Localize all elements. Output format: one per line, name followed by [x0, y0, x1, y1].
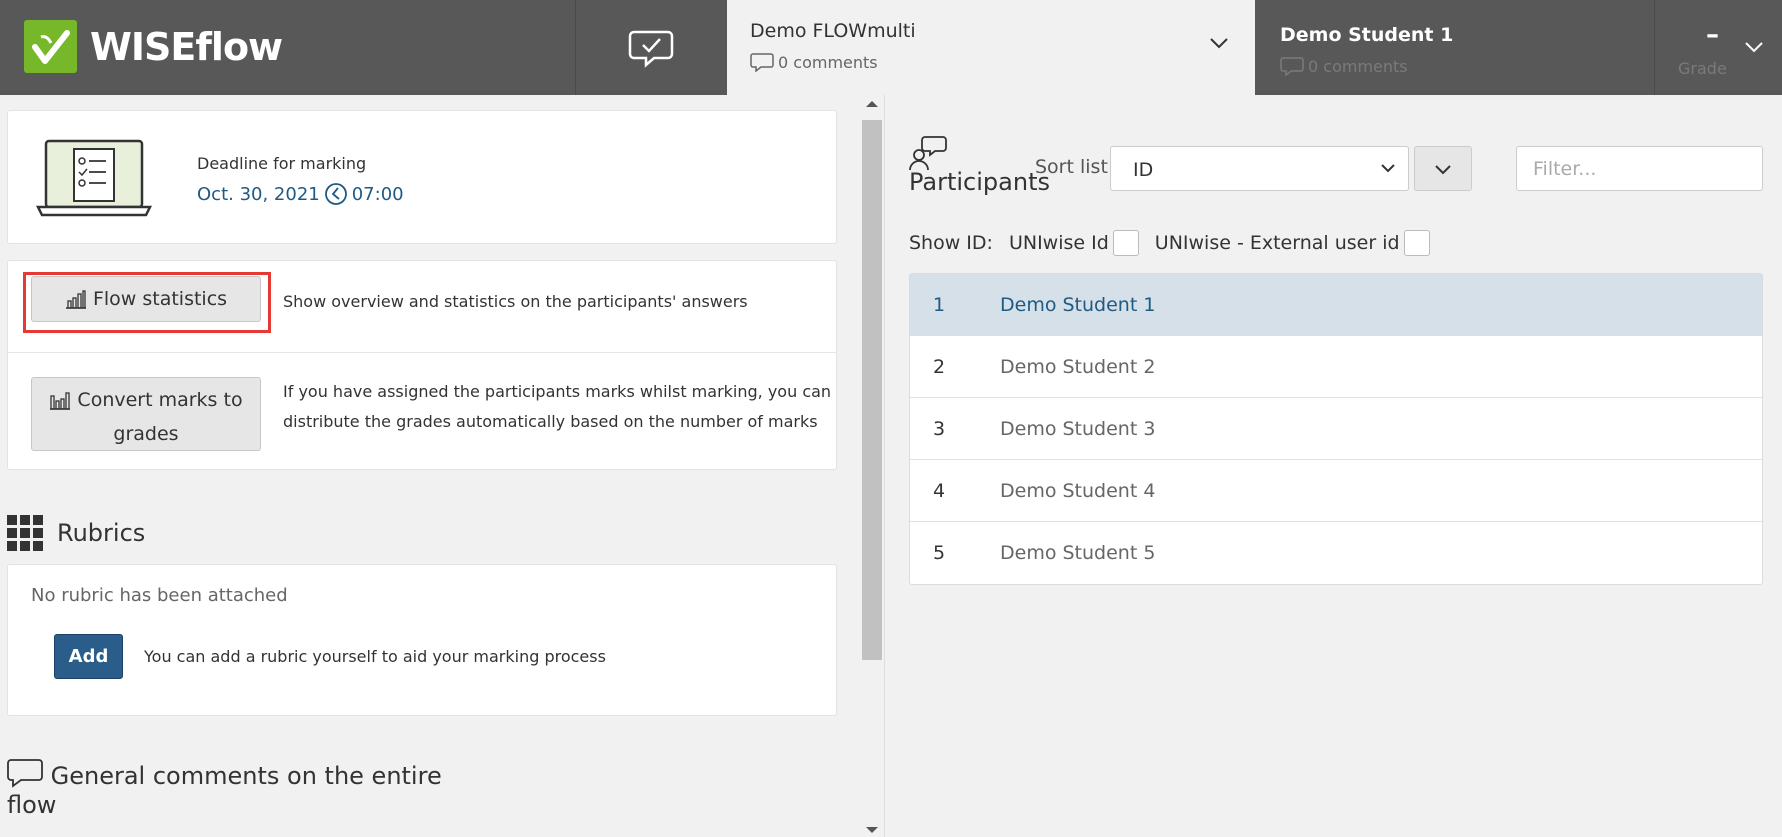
- flow-selector[interactable]: Demo FLOWmulti 0 comments: [727, 0, 1255, 95]
- grade-value: –: [1706, 20, 1719, 50]
- comment-icon: [1280, 57, 1304, 76]
- sort-value: ID: [1133, 159, 1154, 181]
- deadline-date: Oct. 30, 2021 07:00: [197, 182, 404, 206]
- divider: [8, 352, 836, 353]
- participant-row[interactable]: 3 Demo Student 3: [910, 398, 1762, 460]
- deadline-label: Deadline for marking: [197, 154, 367, 173]
- participant-row[interactable]: 2 Demo Student 2: [910, 336, 1762, 398]
- scroll-up-arrow[interactable]: [866, 101, 878, 107]
- deadline-time: 07:00: [351, 183, 404, 205]
- participants-title: Participants: [909, 168, 1050, 196]
- grade-chart-icon: [50, 392, 71, 410]
- general-comments-header: General comments on the entire flow: [7, 758, 447, 820]
- filter-input[interactable]: [1516, 146, 1763, 191]
- brand-name: WISEflow: [90, 24, 283, 69]
- flow-actions-card: Flow statistics Show overview and statis…: [7, 260, 837, 470]
- logo-icon: [24, 20, 77, 73]
- participant-row[interactable]: 1 Demo Student 1: [910, 274, 1762, 336]
- participant-id: 2: [933, 356, 946, 378]
- sort-direction-button[interactable]: [1414, 146, 1472, 191]
- no-rubric-text: No rubric has been attached: [31, 585, 288, 606]
- uniwise-id-checkbox[interactable]: [1112, 230, 1139, 256]
- rubrics-header: Rubrics: [7, 515, 145, 551]
- convert-marks-button[interactable]: Convert marks to grades: [31, 377, 261, 451]
- show-id-options: Show ID: UNIwise Id UNIwise - External u…: [909, 230, 1446, 256]
- flow-comments-count: 0 comments: [778, 52, 878, 72]
- grade-selector[interactable]: – Grade: [1654, 0, 1782, 95]
- participant-row[interactable]: 5 Demo Student 5: [910, 522, 1762, 584]
- chevron-down-icon: [1745, 42, 1763, 53]
- sort-label: Sort list: [1035, 156, 1108, 178]
- left-scrollbar[interactable]: [860, 95, 884, 837]
- rubrics-title: Rubrics: [57, 519, 146, 547]
- deadline-date-value: Oct. 30, 2021: [197, 183, 320, 205]
- participant-id: 1: [933, 294, 946, 316]
- participant-name: Demo Student 4: [1000, 480, 1156, 502]
- laptop-checklist-icon: [36, 139, 152, 217]
- student-selector[interactable]: Demo Student 1 0 comments: [1256, 0, 1654, 95]
- participant-name: Demo Student 2: [1000, 356, 1156, 378]
- add-rubric-description: You can add a rubric yourself to aid you…: [144, 647, 606, 666]
- rubric-card: No rubric has been attached Add You can …: [7, 564, 837, 716]
- convert-marks-description-line1: If you have assigned the participants ma…: [283, 382, 832, 401]
- chat-check-button[interactable]: [576, 0, 726, 95]
- deadline-card: Deadline for marking Oct. 30, 2021 07:00: [7, 110, 837, 244]
- student-comments: 0 comments: [1280, 56, 1408, 76]
- participant-name: Demo Student 5: [1000, 542, 1156, 564]
- flow-statistics-description: Show overview and statistics on the part…: [283, 292, 748, 311]
- flow-title: Demo FLOWmulti: [750, 20, 916, 42]
- participant-row[interactable]: 4 Demo Student 4: [910, 460, 1762, 522]
- participant-name: Demo Student 3: [1000, 418, 1156, 440]
- grid-icon: [7, 515, 43, 551]
- participants-icon: [909, 136, 947, 171]
- comment-icon: [750, 53, 774, 72]
- participant-id: 5: [933, 542, 946, 564]
- participant-id: 4: [933, 480, 946, 502]
- convert-marks-line1-wrap: Convert marks to: [49, 385, 243, 415]
- left-pane: Deadline for marking Oct. 30, 2021 07:00…: [0, 95, 884, 837]
- bar-chart-icon: [65, 290, 86, 309]
- wiseflow-logo[interactable]: WISEflow: [24, 20, 283, 73]
- participant-name: Demo Student 1: [1000, 294, 1156, 316]
- general-comments-title-line1: General comments on the entire: [50, 762, 442, 790]
- flow-statistics-button[interactable]: Flow statistics: [31, 276, 261, 322]
- participant-id: 3: [933, 418, 946, 440]
- convert-marks-label-line2: grades: [113, 423, 179, 445]
- grade-label: Grade: [1678, 59, 1727, 78]
- convert-marks-description-line2: distribute the grades automatically base…: [283, 412, 818, 431]
- chat-check-icon: [628, 30, 674, 68]
- participant-list: 1 Demo Student 1 2 Demo Student 2 3 Demo…: [909, 273, 1763, 585]
- scroll-down-arrow[interactable]: [866, 827, 878, 833]
- chevron-down-icon: [1381, 164, 1395, 173]
- add-rubric-button[interactable]: Add: [54, 634, 123, 679]
- student-comments-count: 0 comments: [1308, 56, 1408, 76]
- external-id-checkbox[interactable]: [1403, 230, 1430, 256]
- uniwise-id-label: UNIwise Id: [1008, 232, 1109, 254]
- external-id-label: UNIwise - External user id: [1154, 232, 1400, 254]
- comment-icon: [7, 759, 43, 788]
- chevron-down-icon: [1210, 38, 1228, 49]
- convert-marks-description: If you have assigned the participants ma…: [283, 377, 831, 437]
- student-name: Demo Student 1: [1280, 24, 1454, 46]
- top-bar: WISEflow Demo FLOWmulti 0 comments Demo …: [0, 0, 1782, 95]
- sort-select[interactable]: ID: [1110, 146, 1409, 191]
- chevron-down-icon: [1435, 164, 1451, 174]
- scroll-thumb[interactable]: [862, 120, 882, 660]
- flow-statistics-label: Flow statistics: [92, 288, 228, 310]
- show-id-label: Show ID:: [909, 232, 993, 254]
- clock-icon: [324, 183, 347, 205]
- flow-comments: 0 comments: [750, 52, 878, 72]
- general-comments-title-line2: flow: [7, 791, 57, 819]
- convert-marks-label-line1: Convert marks to: [77, 389, 243, 411]
- participants-pane: Participants Sort list ID Show ID: UNIwi…: [885, 95, 1782, 837]
